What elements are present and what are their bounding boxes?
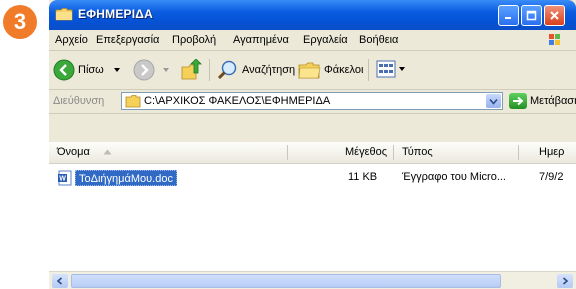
toolbar-separator <box>209 59 210 81</box>
menu-view[interactable]: Προβολή <box>172 34 216 46</box>
close-button[interactable] <box>544 5 565 26</box>
up-folder-icon <box>181 59 202 80</box>
back-button[interactable]: Πίσω <box>53 59 122 81</box>
sort-arrow-icon <box>103 149 112 155</box>
menu-help[interactable]: Βοήθεια <box>359 34 398 46</box>
address-dropdown-button[interactable] <box>486 94 501 108</box>
file-size: 11 KB <box>348 171 378 183</box>
search-icon <box>217 60 237 80</box>
maximize-button[interactable] <box>521 5 542 26</box>
file-date: 7/9/2 <box>539 171 564 183</box>
chevron-left-icon <box>56 277 63 285</box>
toolbar-separator <box>368 59 369 81</box>
chevron-down-icon <box>399 67 405 71</box>
forward-button[interactable] <box>133 59 171 81</box>
chevron-down-icon <box>163 68 169 72</box>
scroll-left-button[interactable] <box>52 274 68 288</box>
svg-text:W: W <box>59 176 66 183</box>
address-label: Διεύθυνση <box>53 95 105 107</box>
forward-arrow-icon <box>133 59 155 81</box>
minimize-icon <box>505 17 511 19</box>
maximize-icon <box>526 10 537 21</box>
menu-bar: Αρχείο Επεξεργασία Προβολή Αγαπημένα Εργ… <box>49 30 576 51</box>
address-field[interactable]: C:\ΑΡΧΙΚΟΣ ΦΑΚΕΛΟΣ\ΕΦΗΜΕΡΙΔΑ <box>121 92 503 110</box>
address-bar: Διεύθυνση C:\ΑΡΧΙΚΟΣ ΦΑΚΕΛΟΣ\ΕΦΗΜΕΡΙΔΑ Μ… <box>49 90 576 114</box>
title-bar[interactable]: ΕΦΗΜΕΡΙΔΑ <box>49 0 576 30</box>
file-list: Όνομα Μέγεθος Τύπος Ημερ W ΤοΔιήγημάΜου.… <box>49 142 576 272</box>
menu-tools[interactable]: Εργαλεία <box>303 34 348 46</box>
views-button[interactable] <box>376 59 406 79</box>
column-header-date[interactable]: Ημερ <box>539 146 564 158</box>
column-divider[interactable] <box>287 145 288 160</box>
go-button[interactable]: Μετάβαση <box>509 93 576 109</box>
column-header-row: Όνομα Μέγεθος Τύπος Ημερ <box>49 142 576 164</box>
scroll-thumb[interactable] <box>71 274 501 288</box>
column-divider[interactable] <box>518 145 519 160</box>
chevron-down-icon <box>113 68 120 72</box>
step-number-badge: 3 <box>3 5 37 39</box>
chevron-down-icon <box>489 98 498 105</box>
menu-file[interactable]: Αρχείο <box>55 34 88 46</box>
search-button[interactable]: Αναζήτηση <box>217 59 295 81</box>
close-icon <box>550 11 559 20</box>
views-icon <box>376 60 396 78</box>
chevron-right-icon <box>562 277 569 285</box>
go-arrow-icon <box>509 93 527 109</box>
menu-favorites[interactable]: Αγαπημένα <box>233 34 289 46</box>
word-document-icon: W <box>58 170 72 186</box>
folder-icon <box>55 8 73 21</box>
back-arrow-icon <box>53 59 75 81</box>
folders-button[interactable]: Φάκελοι <box>297 59 363 81</box>
up-folder-button[interactable] <box>180 59 204 81</box>
folders-icon <box>298 62 321 79</box>
column-header-name[interactable]: Όνομα <box>57 146 90 158</box>
toolbar: Πίσω Αναζήτηση Φάκελοι <box>49 51 576 90</box>
menu-edit[interactable]: Επεξεργασία <box>96 34 159 46</box>
address-path: C:\ΑΡΧΙΚΟΣ ΦΑΚΕΛΟΣ\ΕΦΗΜΕΡΙΔΑ <box>144 95 331 107</box>
window-title: ΕΦΗΜΕΡΙΔΑ <box>78 7 153 21</box>
file-row[interactable]: W ΤοΔιήγημάΜου.doc 11 KB Έγγραφο του Mic… <box>49 170 576 186</box>
column-header-type[interactable]: Τύπος <box>402 146 433 158</box>
column-divider[interactable] <box>393 145 394 160</box>
minimize-button[interactable] <box>498 5 519 26</box>
scroll-right-button[interactable] <box>557 274 573 288</box>
explorer-window: ΕΦΗΜΕΡΙΔΑ Αρχείο Επεξεργασία Προβολή Αγα… <box>49 0 576 289</box>
column-header-size[interactable]: Μέγεθος <box>345 146 387 158</box>
windows-logo-icon <box>549 34 560 45</box>
file-name[interactable]: ΤοΔιήγημάΜου.doc <box>75 170 177 186</box>
folder-icon <box>125 95 141 108</box>
file-type: Έγγραφο του Micro... <box>402 171 506 183</box>
horizontal-scrollbar[interactable] <box>49 271 576 289</box>
